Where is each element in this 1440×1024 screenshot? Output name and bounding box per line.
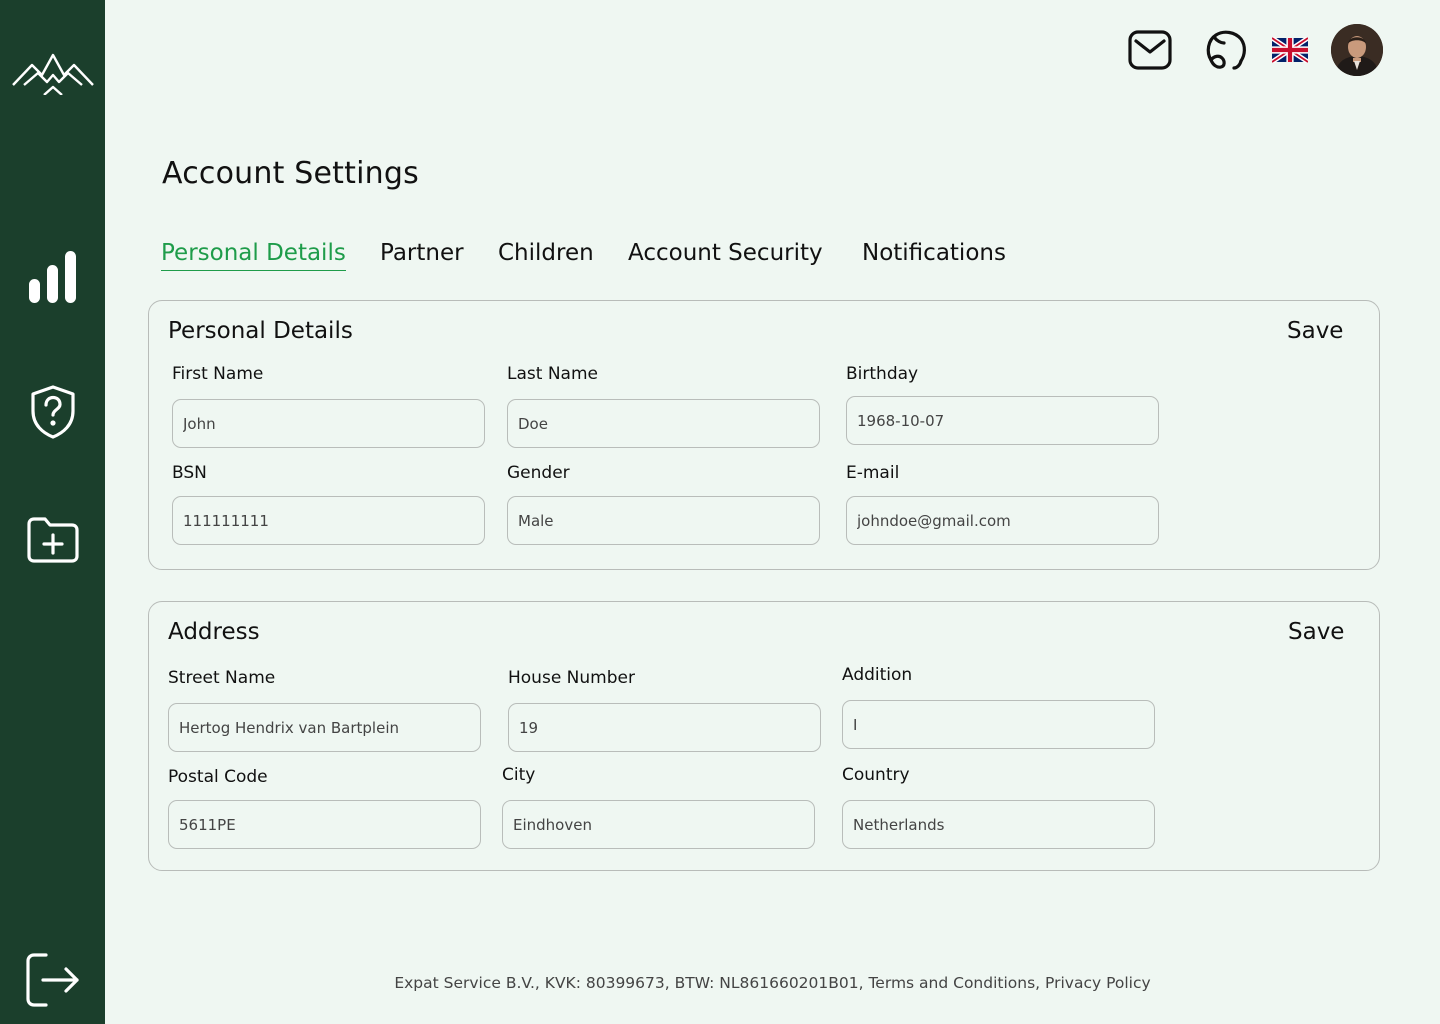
street-name-field[interactable] [168, 703, 481, 752]
addition-label: Addition [842, 665, 913, 685]
address-card: Address Save Street Name House Number Ad… [148, 601, 1380, 871]
house-number-field[interactable] [508, 703, 821, 752]
last-name-field[interactable] [507, 399, 820, 448]
birthday-label: Birthday [846, 364, 919, 384]
city-label: City [502, 765, 536, 785]
postal-code-field[interactable] [168, 800, 481, 849]
addition-field[interactable] [842, 700, 1155, 749]
card-title: Address [168, 619, 260, 645]
birthday-field[interactable] [846, 396, 1159, 445]
country-field[interactable] [842, 800, 1155, 849]
email-field[interactable] [846, 496, 1159, 545]
avatar[interactable] [1331, 24, 1383, 76]
tab-partner[interactable]: Partner [380, 240, 464, 270]
gender-field[interactable] [507, 496, 820, 545]
tab-account-security[interactable]: Account Security [628, 240, 823, 270]
card-title: Personal Details [168, 318, 353, 344]
save-button[interactable]: Save [1287, 318, 1343, 344]
mail-icon[interactable] [1126, 24, 1174, 76]
shield-question-icon[interactable] [0, 380, 105, 444]
bsn-label: BSN [172, 463, 207, 483]
folder-plus-icon[interactable] [0, 508, 105, 572]
sidebar [0, 0, 105, 1024]
first-name-field[interactable] [172, 399, 485, 448]
footer: Expat Service B.V., KVK: 80399673, BTW: … [394, 974, 1151, 992]
support-icon[interactable] [1200, 24, 1252, 76]
bar-chart-icon[interactable] [0, 244, 105, 308]
street-name-label: Street Name [168, 668, 276, 688]
tab-children[interactable]: Children [498, 240, 594, 270]
first-name-label: First Name [172, 364, 264, 384]
gender-label: Gender [507, 463, 570, 483]
mountains-logo-icon[interactable] [0, 40, 105, 100]
house-number-label: House Number [508, 668, 635, 688]
city-field[interactable] [502, 800, 815, 849]
personal-details-card: Personal Details Save First Name Last Na… [148, 300, 1380, 570]
uk-flag-icon[interactable] [1270, 24, 1310, 76]
tab-notifications[interactable]: Notifications [862, 240, 1006, 270]
last-name-label: Last Name [507, 364, 598, 384]
email-label: E-mail [846, 463, 900, 483]
country-label: Country [842, 765, 910, 785]
bsn-field[interactable] [172, 496, 485, 545]
page-title: Account Settings [162, 156, 419, 191]
postal-code-label: Postal Code [168, 767, 268, 787]
tab-personal-details[interactable]: Personal Details [161, 240, 346, 271]
save-button[interactable]: Save [1288, 619, 1344, 645]
